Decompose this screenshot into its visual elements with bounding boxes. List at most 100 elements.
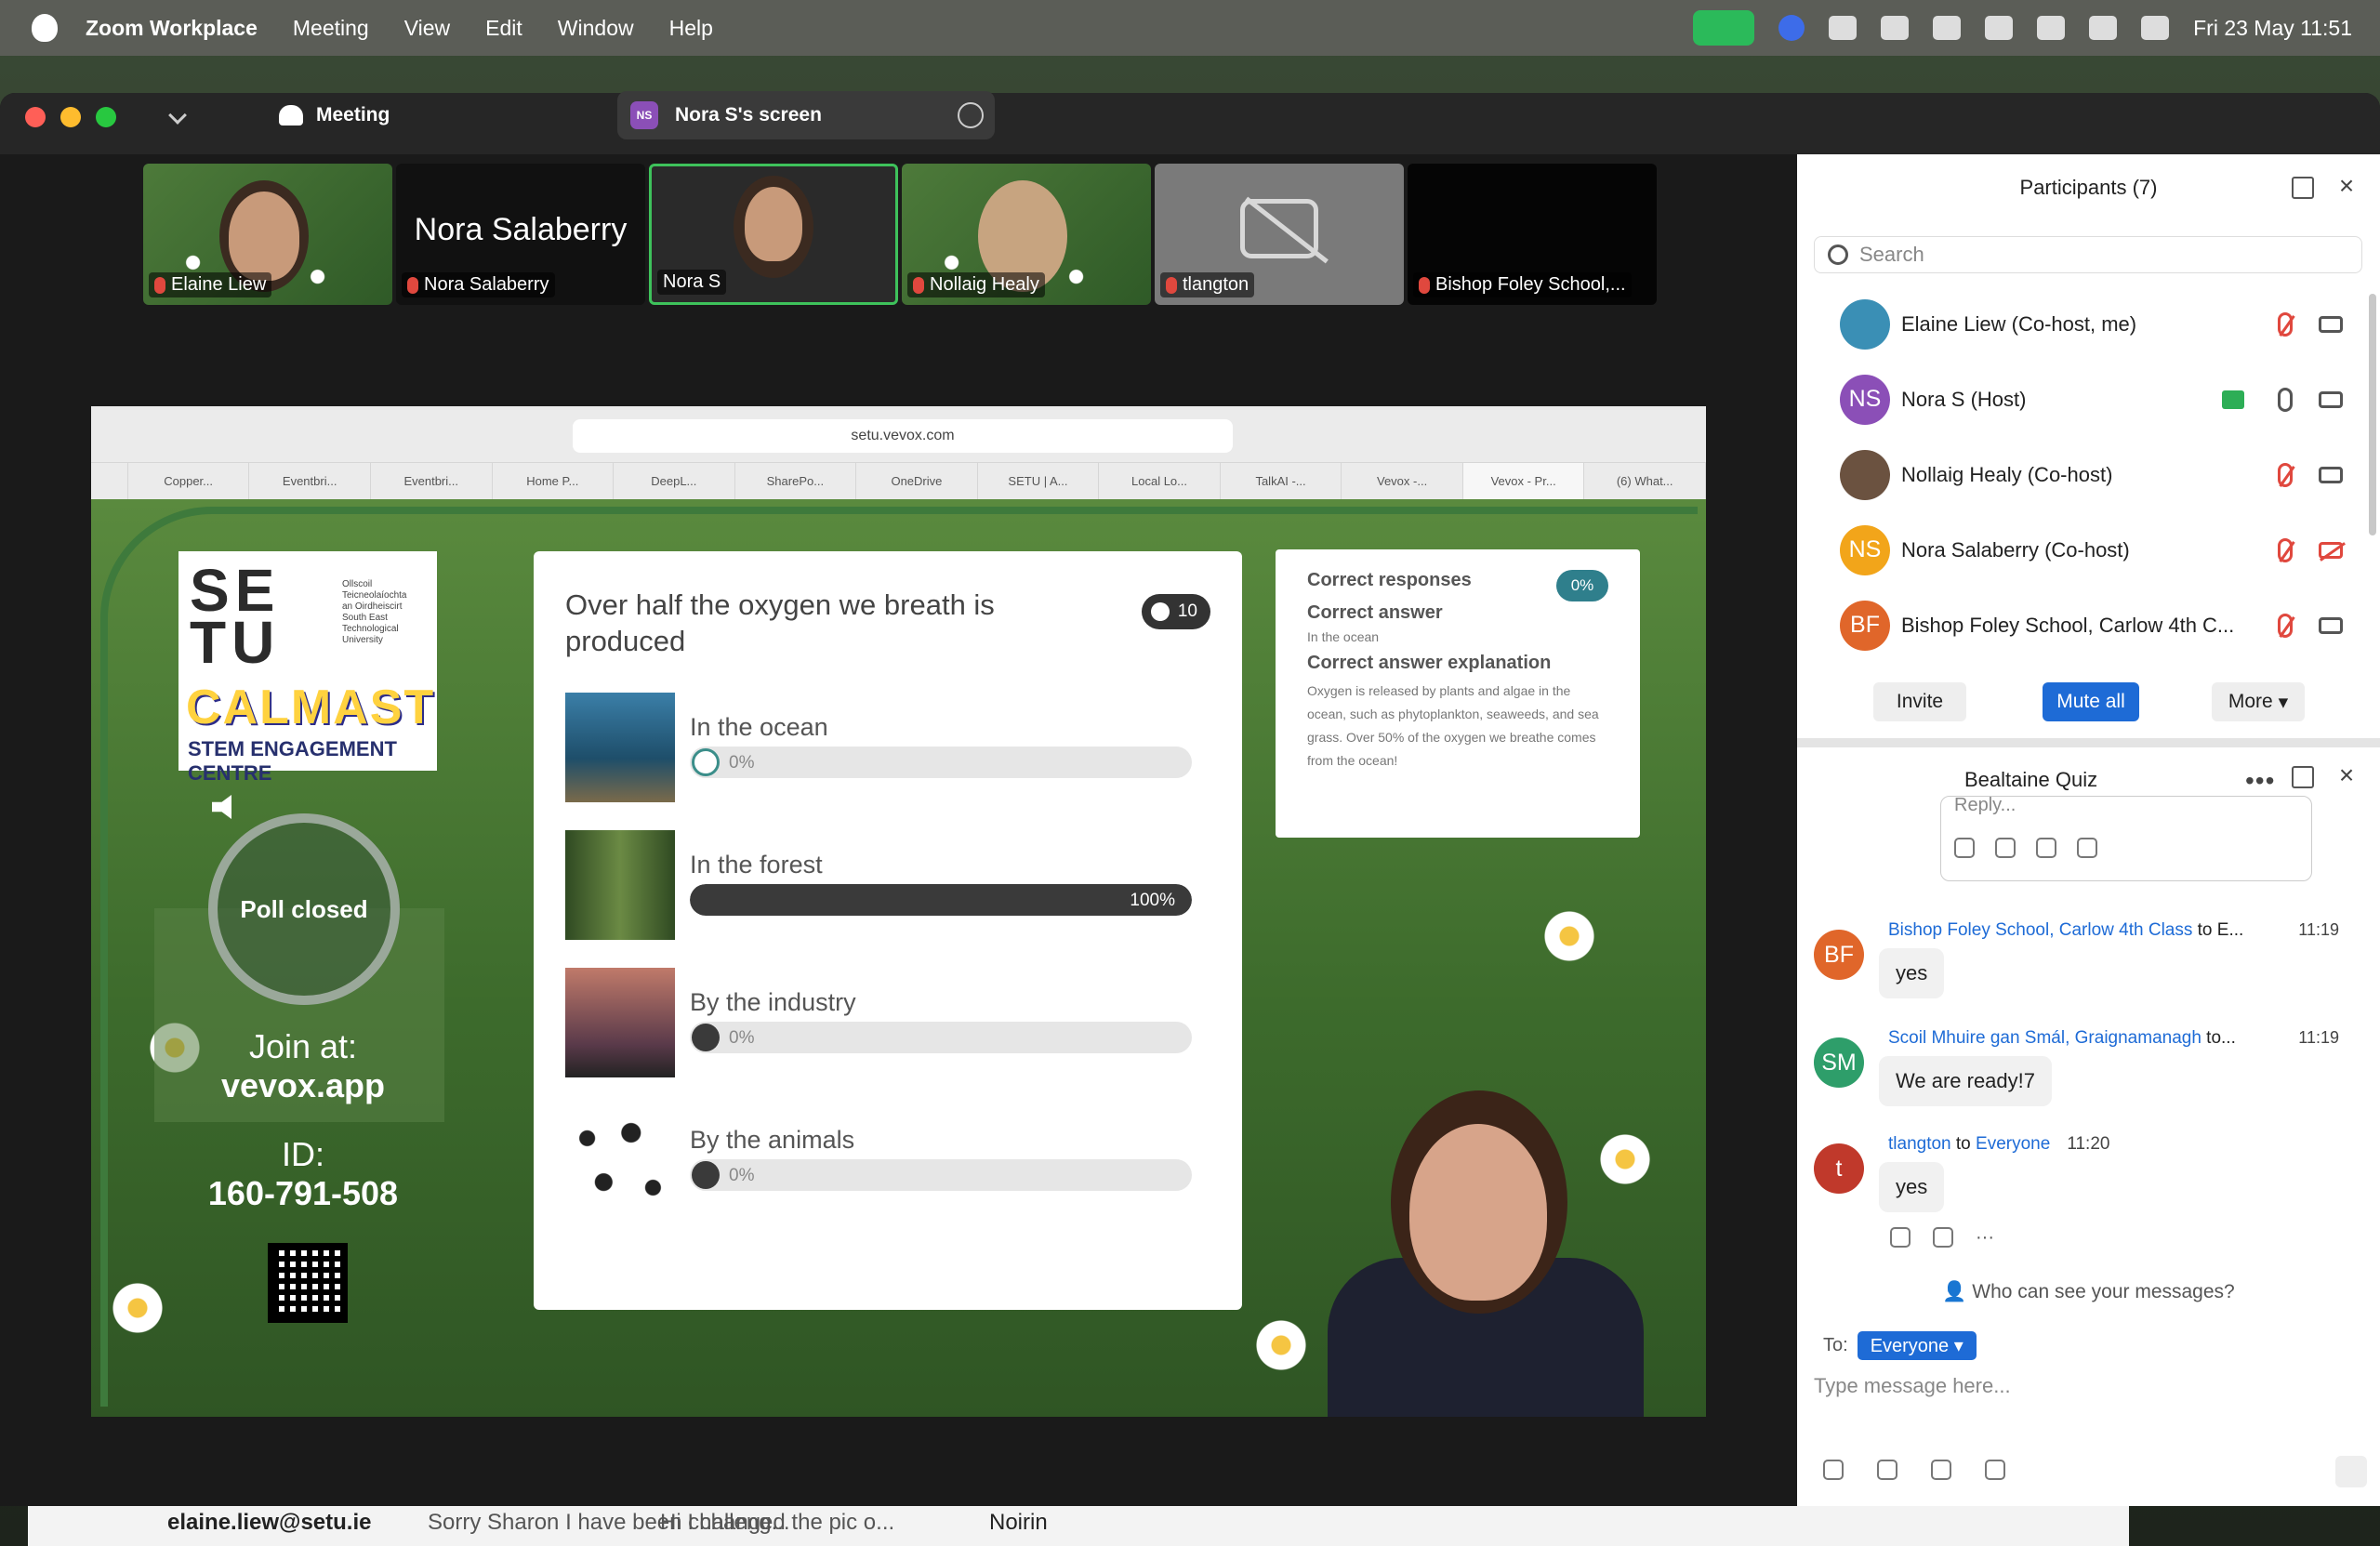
video-tile-nora-s[interactable]: Nora S: [649, 164, 898, 305]
message-sender[interactable]: Scoil Mhuire gan Smál, Graignamanagh: [1888, 1028, 2202, 1048]
video-tile-nora-salaberry[interactable]: Nora Salaberry Nora Salaberry: [396, 164, 645, 305]
meeting-menu[interactable]: Meeting: [279, 100, 390, 130]
more-options-icon[interactable]: •••: [2245, 766, 2275, 796]
message-sender[interactable]: Bishop Foley School, Carlow 4th Class: [1888, 920, 2192, 940]
mic-muted-icon[interactable]: [2278, 537, 2293, 562]
participant-list: Elaine Liew (Co-host, me) NS Nora S (Hos…: [1797, 286, 2380, 663]
battery-icon[interactable]: [1985, 16, 2014, 40]
camera-off-icon[interactable]: [2319, 541, 2343, 559]
browser-tab[interactable]: DeepL...: [614, 463, 735, 499]
more-options-icon[interactable]: [958, 102, 984, 128]
participant-row[interactable]: Nollaig Healy (Co-host): [1797, 437, 2380, 512]
option-percent: 100%: [1130, 891, 1175, 910]
screenshot-icon[interactable]: [1985, 1460, 2005, 1480]
option-label: By the animals: [690, 1126, 855, 1154]
participant-row[interactable]: Elaine Liew (Co-host, me): [1797, 286, 2380, 362]
outlook-icon[interactable]: [1933, 16, 1962, 40]
participant-row[interactable]: NS Nora Salaberry (Co-host): [1797, 512, 2380, 588]
mute-all-button[interactable]: Mute all: [2043, 682, 2139, 721]
participants-scrollbar[interactable]: [2369, 294, 2376, 535]
mic-muted-icon[interactable]: [2278, 462, 2293, 487]
file-icon[interactable]: [1931, 1460, 1951, 1480]
send-icon[interactable]: [2335, 1456, 2367, 1487]
camera-icon[interactable]: [2319, 390, 2343, 408]
zm-icon[interactable]: [1778, 15, 1805, 41]
menu-view[interactable]: View: [404, 16, 450, 41]
tab-pinned[interactable]: [91, 463, 128, 499]
icloud-icon[interactable]: [1881, 16, 1910, 40]
menu-window[interactable]: Window: [558, 16, 634, 41]
browser-tab-active[interactable]: Vevox - Pr...: [1462, 463, 1585, 499]
browser-tab[interactable]: TalkAI -...: [1221, 463, 1342, 499]
clock[interactable]: Fri 23 May 11:51: [2193, 16, 2352, 41]
format-icon[interactable]: [1954, 838, 1975, 858]
format-icon[interactable]: [1823, 1460, 1844, 1480]
option-bar: 0%: [690, 1159, 1192, 1191]
camera-icon[interactable]: [2319, 466, 2343, 483]
close-icon[interactable]: ×: [2334, 762, 2359, 788]
browser-tab[interactable]: (6) What...: [1584, 463, 1706, 499]
message-recipient[interactable]: Everyone: [1976, 1134, 2050, 1154]
browser-tab[interactable]: Home P...: [493, 463, 615, 499]
control-center-icon[interactable]: [2141, 16, 2170, 40]
mic-muted-icon[interactable]: [2278, 311, 2293, 337]
menu-edit[interactable]: Edit: [485, 16, 522, 41]
video-tile-nollaig[interactable]: Nollaig Healy: [902, 164, 1151, 305]
video-tile-bishop-foley[interactable]: Bishop Foley School,...: [1408, 164, 1657, 305]
emoji-icon[interactable]: [1995, 838, 2016, 858]
menu-help[interactable]: Help: [669, 16, 713, 41]
browser-tab[interactable]: SharePo...: [735, 463, 857, 499]
browser-tab[interactable]: OneDrive: [856, 463, 978, 499]
browser-tab[interactable]: Copper...: [128, 463, 250, 499]
participants-search[interactable]: Search: [1814, 236, 2362, 273]
more-label: More: [2228, 691, 2273, 712]
mic-icon[interactable]: [2278, 387, 2293, 412]
close-window-button[interactable]: [25, 107, 46, 127]
zoom-window-button[interactable]: [96, 107, 116, 127]
camera-icon[interactable]: [2319, 616, 2343, 634]
screen-share-pill[interactable]: NS Nora S's screen: [617, 91, 995, 139]
to-label: To:: [1823, 1335, 1848, 1355]
zoom-video-icon[interactable]: [1693, 10, 1755, 46]
creative-cloud-icon[interactable]: [1829, 16, 1858, 40]
participant-name: Bishop Foley School, Carlow 4th C...: [1901, 613, 2235, 637]
emoji-icon[interactable]: [1877, 1460, 1897, 1480]
mic-muted-icon[interactable]: [2278, 613, 2293, 638]
video-tile-tlangton[interactable]: tlangton: [1155, 164, 1404, 305]
browser-tab[interactable]: SETU | A...: [978, 463, 1100, 499]
setu-subtitle: Ollscoil Teicneolaíochta an Oirdheiscirt…: [342, 579, 407, 645]
search-icon[interactable]: [2089, 16, 2118, 40]
close-icon[interactable]: ×: [2334, 173, 2359, 199]
menu-meeting[interactable]: Meeting: [293, 16, 369, 41]
participant-row[interactable]: BF Bishop Foley School, Carlow 4th C...: [1797, 588, 2380, 663]
more-button[interactable]: More ▾: [2212, 682, 2305, 721]
url-bar[interactable]: setu.vevox.com: [573, 419, 1233, 453]
browser-tab[interactable]: Eventbri...: [249, 463, 371, 499]
apple-icon[interactable]: [32, 14, 58, 42]
participant-row[interactable]: NS Nora S (Host): [1797, 362, 2380, 437]
browser-tab[interactable]: Vevox -...: [1342, 463, 1463, 499]
sharer-avatar: NS: [630, 101, 658, 129]
screenshot-icon[interactable]: [2077, 838, 2097, 858]
file-icon[interactable]: [2036, 838, 2056, 858]
who-can-see-link[interactable]: 👤 Who can see your messages?: [1797, 1281, 2380, 1303]
popout-icon[interactable]: [2292, 766, 2314, 788]
popout-icon[interactable]: [2292, 177, 2314, 199]
recipient-dropdown[interactable]: Everyone ▾: [1857, 1331, 1977, 1360]
browser-tab[interactable]: Local Lo...: [1099, 463, 1221, 499]
more-icon[interactable]: ···: [1976, 1227, 1994, 1249]
add-reaction-icon[interactable]: [1933, 1227, 1953, 1248]
reply-icon[interactable]: [1890, 1227, 1911, 1248]
recipient-value: Everyone: [1870, 1336, 1950, 1356]
minimize-window-button[interactable]: [60, 107, 81, 127]
poll-option: In the forest 100%: [565, 830, 1216, 942]
video-tile-elaine[interactable]: Elaine Liew: [143, 164, 392, 305]
thread-reply-box[interactable]: Reply...: [1940, 795, 2312, 881]
app-name[interactable]: Zoom Workplace: [86, 16, 258, 41]
message-sender[interactable]: tlangton: [1888, 1134, 1951, 1154]
chat-input[interactable]: Type message here...: [1814, 1374, 2011, 1398]
wifi-icon[interactable]: [2037, 16, 2066, 40]
browser-tab[interactable]: Eventbri...: [371, 463, 493, 499]
camera-icon[interactable]: [2319, 315, 2343, 333]
invite-button[interactable]: Invite: [1873, 682, 1966, 721]
